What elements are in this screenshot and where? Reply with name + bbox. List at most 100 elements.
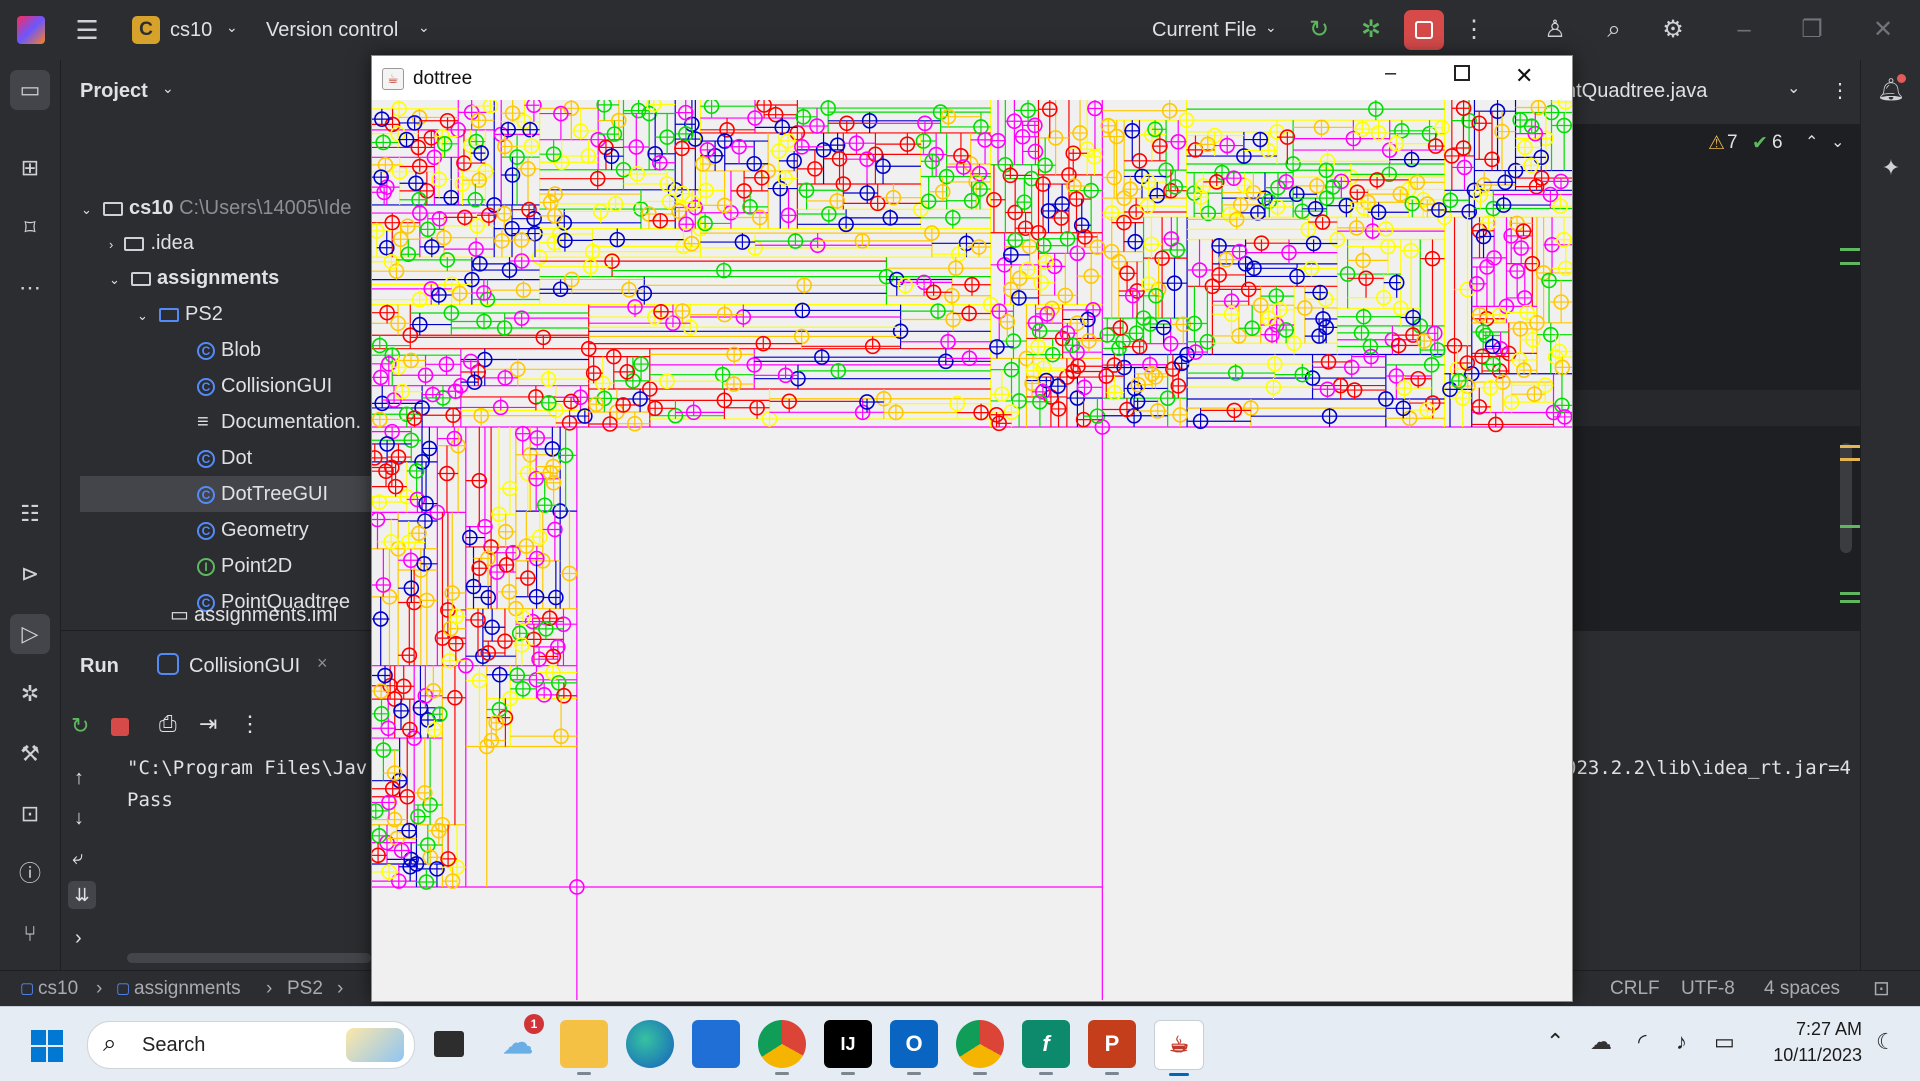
services-icon[interactable]: ⊳ <box>10 554 50 594</box>
close-icon[interactable]: ✕ <box>1864 11 1902 49</box>
notification-center-icon[interactable]: ☾ <box>1876 1029 1896 1055</box>
chevron-down-icon[interactable]: ⌄ <box>418 19 430 36</box>
soft-wrap-icon[interactable]: ⤶ <box>72 847 83 870</box>
f-app-icon[interactable]: f <box>1022 1020 1070 1075</box>
onedrive-icon[interactable]: ☁ <box>1590 1029 1612 1055</box>
camera-icon[interactable]: ⎙ <box>159 711 177 737</box>
add-user-icon[interactable]: ♙ <box>1536 11 1574 49</box>
maximize-icon[interactable] <box>1454 65 1470 81</box>
chevron-down-icon[interactable]: ⌄ <box>1265 19 1277 36</box>
problems-icon[interactable]: ⓘ <box>10 854 50 894</box>
stop-button[interactable] <box>1404 10 1444 50</box>
tree-label: assignments.iml <box>194 604 338 626</box>
settings-gear-icon[interactable]: ⚙ <box>1654 11 1692 49</box>
clock-date[interactable]: 10/11/2023 <box>1758 1045 1862 1066</box>
chevron-down-icon[interactable]: ⌄ <box>1831 132 1844 152</box>
project-tool-icon[interactable]: ▭ <box>10 70 50 110</box>
rerun-icon[interactable]: ↻ <box>1300 11 1338 49</box>
more-tools-icon[interactable]: ⋯ <box>10 268 50 308</box>
todo-list-icon[interactable]: ☷ <box>10 494 50 534</box>
run-config-dropdown[interactable]: Current File <box>1152 19 1256 42</box>
microsoft-store-icon[interactable] <box>692 1020 740 1068</box>
windows-start-icon[interactable] <box>31 1030 63 1062</box>
minimize-icon[interactable]: – <box>1725 11 1763 49</box>
scroll-to-end-icon[interactable]: ⇊ <box>68 881 96 909</box>
chevron-down-icon[interactable]: ⌄ <box>162 80 174 97</box>
task-view-icon[interactable] <box>434 1031 464 1057</box>
tree-row-point2d[interactable]: I Point2D <box>197 548 292 584</box>
close-icon[interactable]: ✕ <box>1515 63 1533 89</box>
outlook-icon[interactable]: O <box>890 1020 938 1075</box>
exit-icon[interactable]: ⇥ <box>199 711 217 737</box>
tree-row-ps2[interactable]: ⌄ PS2 <box>137 296 223 332</box>
chevron-down-icon[interactable]: ⌄ <box>1787 78 1800 98</box>
clock-time[interactable]: 7:27 AM <box>1762 1019 1862 1040</box>
breadcrumb-assignments[interactable]: assignments <box>134 978 241 1000</box>
tree-row-assignments[interactable]: ⌄ assignments <box>109 260 279 296</box>
tree-row-documentation[interactable]: ≡ Documentation. <box>197 404 361 440</box>
chevron-down-icon[interactable]: ⌄ <box>226 19 238 36</box>
chrome-second-profile-icon[interactable] <box>956 1020 1004 1075</box>
more-icon[interactable]: ⋮ <box>1830 78 1850 103</box>
tree-row-assignments-iml[interactable]: ▭ assignments.iml <box>170 597 337 633</box>
checks-count[interactable]: 6 <box>1772 132 1783 154</box>
expand-icon[interactable]: › <box>75 927 82 950</box>
edge-icon[interactable] <box>626 1020 674 1068</box>
restore-icon[interactable]: ❐ <box>1793 11 1831 49</box>
git-icon[interactable]: ⑂ <box>10 914 50 954</box>
intellij-icon[interactable]: IJ <box>824 1020 872 1075</box>
warning-icon[interactable]: ⚠ <box>1708 132 1725 155</box>
wifi-icon[interactable]: ◜ <box>1638 1029 1647 1055</box>
rerun-icon[interactable]: ↻ <box>71 713 89 739</box>
editor-tab-label[interactable]: ntQuadtree.java <box>1565 80 1707 103</box>
version-control-dropdown[interactable]: Version control <box>266 19 398 42</box>
taskbar-search-box[interactable]: ⌕ Search <box>87 1021 415 1069</box>
breadcrumb-ps2[interactable]: PS2 <box>287 978 323 1000</box>
tree-row-dottreegui[interactable]: C DotTreeGUI <box>80 476 371 512</box>
file-explorer-icon[interactable] <box>560 1020 608 1075</box>
build-tool-icon[interactable]: ⚒ <box>10 734 50 774</box>
terminal-icon[interactable]: ⊡ <box>10 794 50 834</box>
weather-icon[interactable]: ☁ 1 <box>494 1014 544 1068</box>
indent-setting[interactable]: 4 spaces <box>1764 978 1840 1000</box>
java-icon[interactable]: ☕︎ <box>1154 1020 1204 1076</box>
show-hidden-icons-chevron-icon[interactable]: ⌃ <box>1546 1029 1564 1055</box>
project-name-dropdown[interactable]: cs10 <box>170 19 212 42</box>
check-icon[interactable]: ✔ <box>1752 132 1768 155</box>
ai-assistant-icon[interactable]: ✦ <box>1871 148 1911 188</box>
more-actions-icon[interactable]: ⋮ <box>1455 11 1493 49</box>
debug-tool-icon[interactable]: ✲ <box>10 674 50 714</box>
powerpoint-icon[interactable]: P <box>1088 1020 1136 1075</box>
debug-icon[interactable]: ✲ <box>1352 11 1390 49</box>
breadcrumb-cs10[interactable]: cs10 <box>38 978 78 1000</box>
dottree-canvas[interactable] <box>372 100 1572 1000</box>
stop-icon[interactable] <box>111 718 129 736</box>
scroll-down-icon[interactable]: ↓ <box>74 807 84 830</box>
battery-icon[interactable]: ▭ <box>1714 1029 1735 1055</box>
structure-tool-icon[interactable]: ⊞ <box>10 148 50 188</box>
tree-row-idea[interactable]: › .idea <box>109 225 194 261</box>
tree-row-geometry[interactable]: C Geometry <box>197 512 309 548</box>
line-separator[interactable]: CRLF <box>1610 978 1660 1000</box>
minimize-icon[interactable]: – <box>1385 62 1396 85</box>
tree-row-dot[interactable]: C Dot <box>197 440 252 476</box>
project-panel-title[interactable]: Project <box>80 80 148 103</box>
close-tab-icon[interactable]: × <box>317 653 328 674</box>
chevron-up-icon[interactable]: ⌃ <box>1805 132 1818 152</box>
search-icon[interactable]: ⌕ <box>1595 11 1633 49</box>
warnings-count[interactable]: 7 <box>1727 132 1738 154</box>
more-icon[interactable]: ⋮ <box>239 711 261 737</box>
lock-icon[interactable]: ⊡ <box>1873 976 1890 1001</box>
run-tab-collisiongui[interactable]: CollisionGUI <box>189 655 300 678</box>
horizontal-scrollbar[interactable] <box>127 953 371 963</box>
tree-row-blob[interactable]: C Blob <box>197 332 261 368</box>
main-menu-icon[interactable]: ☰ <box>68 11 106 49</box>
bookmarks-icon[interactable]: ⌑ <box>10 208 50 248</box>
chrome-icon[interactable] <box>758 1020 806 1075</box>
scroll-up-icon[interactable]: ↑ <box>74 767 84 790</box>
tree-row-collisiongui[interactable]: C CollisionGUI <box>197 368 332 404</box>
run-tool-icon[interactable]: ▷ <box>10 614 50 654</box>
file-encoding[interactable]: UTF-8 <box>1681 978 1735 1000</box>
muted-volume-icon[interactable]: ♪ <box>1676 1029 1687 1055</box>
tree-row-cs10[interactable]: ⌄ cs10 C:\Users\14005\Ide <box>81 190 351 226</box>
